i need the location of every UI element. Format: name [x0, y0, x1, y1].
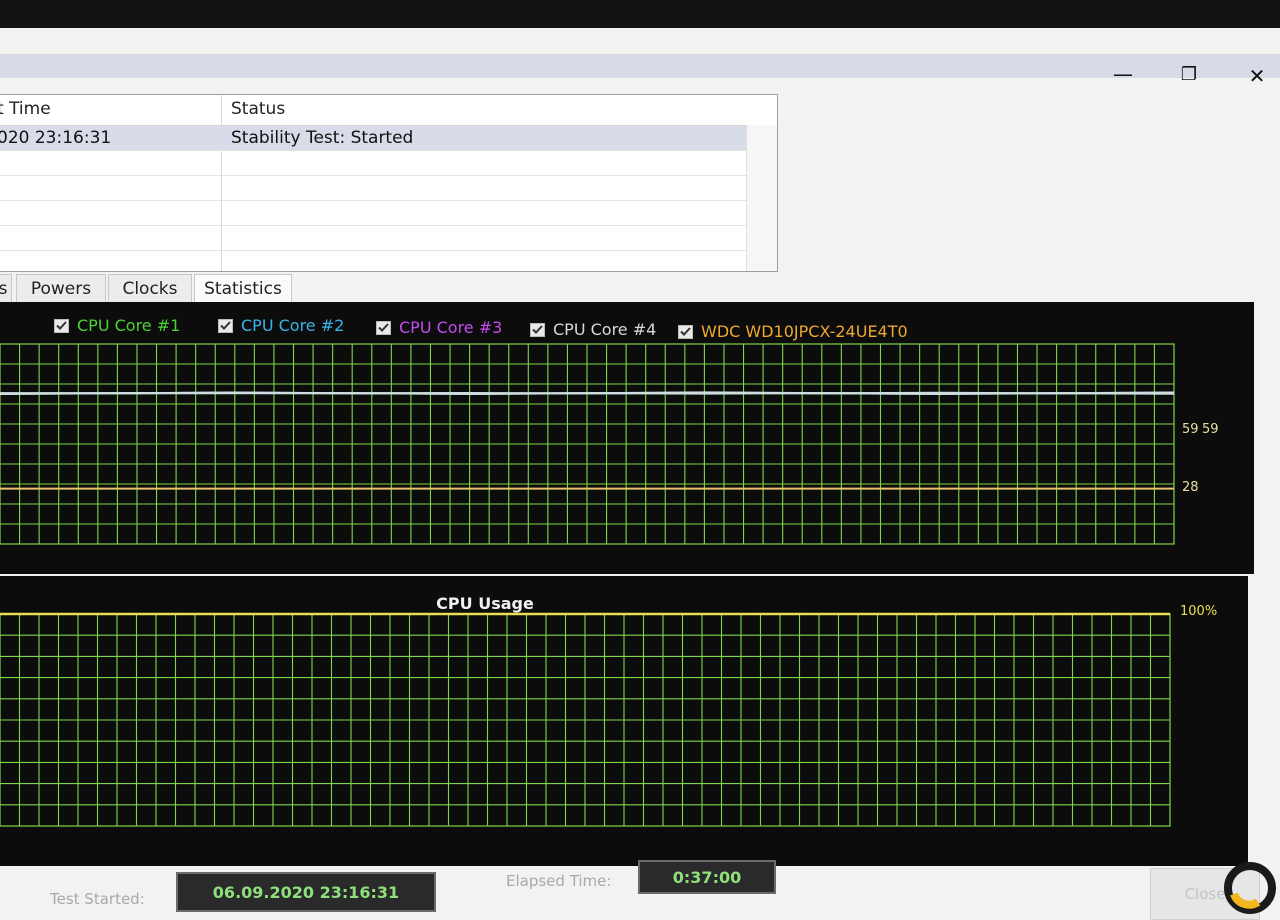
- series-line-3: [0, 391, 1175, 395]
- legend-label: CPU Core #1: [77, 316, 181, 335]
- checkbox-icon[interactable]: [376, 320, 391, 335]
- table-header: t Time Status: [0, 95, 777, 126]
- checkbox-icon[interactable]: [54, 318, 69, 333]
- window-title-bar: [0, 54, 1280, 78]
- cpu-usage-chart-panel: CPU Usage 100%: [0, 576, 1248, 866]
- test-started-value: 06.09.2020 23:16:31: [176, 872, 436, 912]
- close-icon: ✕: [1248, 64, 1266, 88]
- column-header-time[interactable]: t Time: [0, 99, 51, 119]
- legend-item-cpu-core-3[interactable]: CPU Core #3: [376, 318, 502, 337]
- tab-temperatures[interactable]: s: [0, 274, 12, 302]
- event-log-table[interactable]: t Time Status 020 23:16:31 Stability Tes…: [0, 94, 778, 272]
- minimize-button[interactable]: —: [1100, 58, 1146, 90]
- table-row[interactable]: [0, 201, 749, 226]
- tab-label: Clocks: [122, 278, 178, 299]
- minimize-icon: —: [1113, 62, 1133, 86]
- temperature-plot-area: [0, 343, 1175, 545]
- row-status: Stability Test: Started: [231, 128, 414, 148]
- legend-label: CPU Core #3: [399, 318, 503, 337]
- elapsed-time-label: Elapsed Time:: [506, 872, 612, 890]
- checkbox-icon[interactable]: [678, 324, 693, 339]
- table-row[interactable]: [0, 176, 749, 201]
- legend-item-wdc-disk[interactable]: WDC WD10JPCX-24UE4T0: [678, 322, 908, 341]
- restore-icon: ❐: [1180, 63, 1198, 85]
- tab-label: Powers: [30, 278, 92, 299]
- max-percent-label: 100%: [1180, 604, 1218, 619]
- cpu-value-label: 59: [1202, 422, 1219, 437]
- tab-label: s: [0, 278, 8, 299]
- test-started-label: Test Started:: [50, 890, 145, 908]
- test-started-text: 06.09.2020 23:16:31: [212, 882, 400, 902]
- legend-label: WDC WD10JPCX-24UE4T0: [701, 322, 908, 341]
- close-window-button[interactable]: ✕: [1234, 60, 1280, 92]
- checkbox-icon[interactable]: [530, 322, 545, 337]
- legend-label: CPU Core #2: [241, 316, 345, 335]
- close-button-label: Close: [1184, 885, 1226, 903]
- legend-label: CPU Core #4: [553, 320, 657, 339]
- cpu-value-label: 59: [1182, 422, 1199, 437]
- temperature-chart-panel: CPU Core #1 CPU Core #2 CPU Core #3 CPU …: [0, 302, 1254, 574]
- checkbox-icon[interactable]: [218, 318, 233, 333]
- tab-clocks[interactable]: Clocks: [108, 274, 192, 302]
- tab-label: Statistics: [204, 278, 282, 299]
- column-header-status[interactable]: Status: [231, 99, 285, 119]
- tab-statistics[interactable]: Statistics: [194, 274, 292, 302]
- table-row[interactable]: [0, 226, 749, 251]
- watermark-logo-icon: [1224, 860, 1276, 916]
- legend-item-cpu-core-1[interactable]: CPU Core #1: [54, 316, 180, 335]
- tab-powers[interactable]: Powers: [16, 274, 106, 302]
- elapsed-time-text: 0:37:00: [672, 867, 742, 887]
- table-row[interactable]: 020 23:16:31 Stability Test: Started: [0, 126, 749, 151]
- table-scrollbar[interactable]: [746, 125, 777, 271]
- elapsed-time-value: 0:37:00: [638, 860, 776, 894]
- legend-item-cpu-core-2[interactable]: CPU Core #2: [218, 316, 344, 335]
- legend-item-cpu-core-4[interactable]: CPU Core #4: [530, 320, 656, 339]
- row-time: 020 23:16:31: [0, 128, 112, 148]
- maximize-button[interactable]: ❐: [1166, 58, 1212, 90]
- usage-plot-area: [0, 612, 1171, 827]
- disk-value-label: 28: [1182, 480, 1199, 495]
- table-row[interactable]: [0, 151, 749, 176]
